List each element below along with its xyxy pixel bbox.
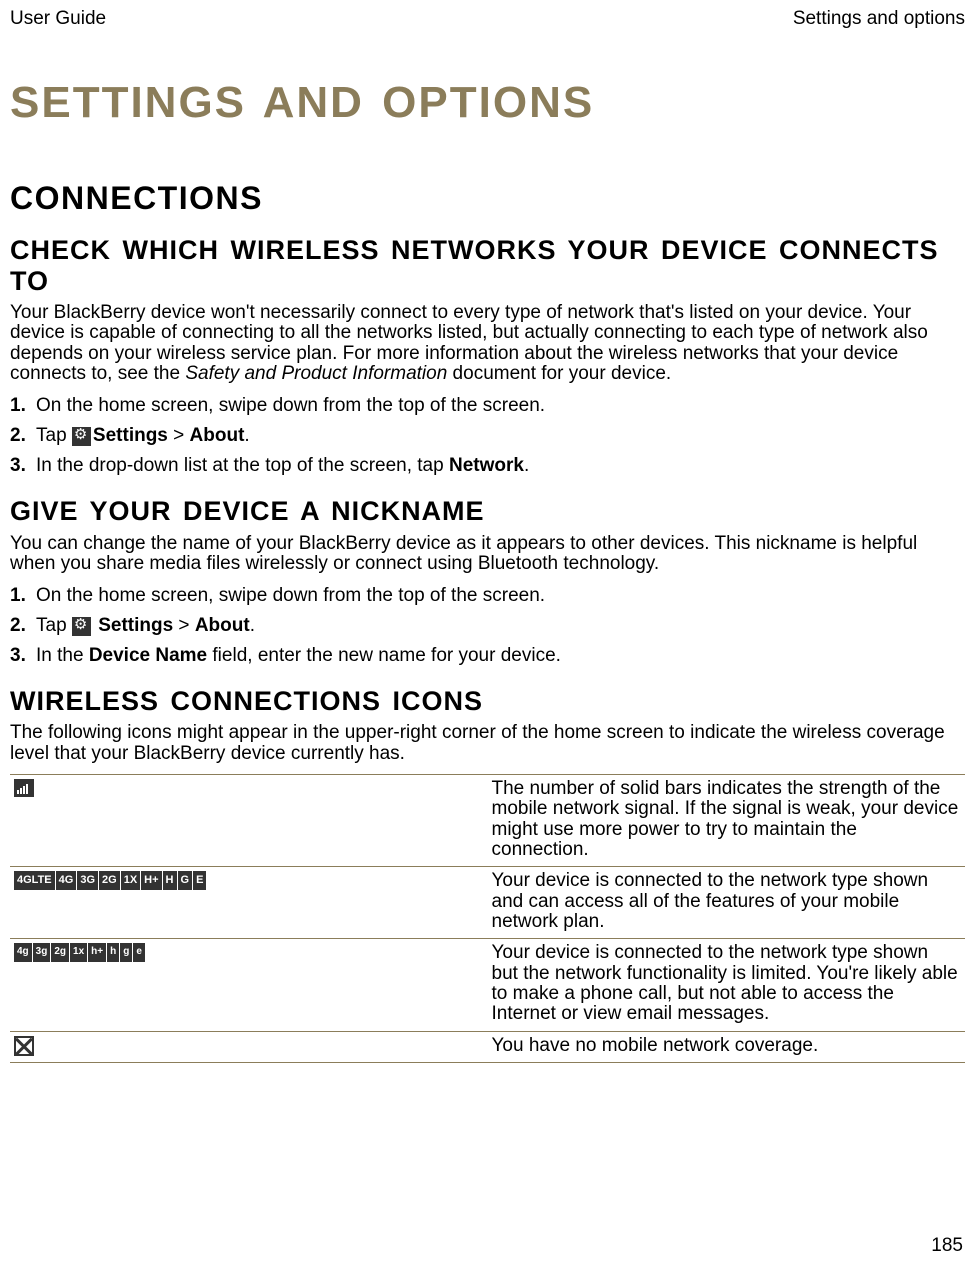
icon-cell	[10, 1031, 488, 1062]
net-h-icon: H	[163, 871, 177, 890]
step-item: Tap Settings > About.	[10, 424, 965, 449]
step-text: In the drop-down list at the top of the …	[36, 455, 449, 476]
net-4g-icon: 4G	[56, 871, 77, 890]
table-row: You have no mobile network coverage.	[10, 1031, 965, 1062]
nickname-intro: You can change the name of your BlackBer…	[10, 534, 965, 575]
check-networks-intro: Your BlackBerry device won't necessarily…	[10, 303, 965, 384]
table-row: 4g 3g 2g 1x h+ h g e Your device is conn…	[10, 939, 965, 1031]
step-text: Tap	[36, 615, 72, 636]
chapter-title: SETTINGS AND OPTIONS	[10, 78, 965, 128]
page-number: 185	[931, 1235, 963, 1257]
description-cell: Your device is connected to the network …	[488, 867, 966, 939]
net-1x-icon: 1X	[121, 871, 140, 890]
settings-label: Settings	[93, 615, 173, 636]
net-hplus-icon: H+	[141, 871, 161, 890]
gear-icon	[72, 617, 91, 636]
intro-text-post: document for your device.	[447, 363, 671, 384]
gt-separator: >	[168, 425, 190, 446]
step-item: Tap Settings > About.	[10, 614, 965, 639]
step-item: In the Device Name field, enter the new …	[10, 644, 965, 669]
net-e-small-icon: e	[133, 943, 145, 962]
header-right-label: Settings and options	[793, 8, 965, 30]
net-2g-small-icon: 2g	[51, 943, 69, 962]
net-4g-small-icon: 4g	[14, 943, 32, 962]
net-4glte-icon: 4GLTE	[14, 871, 55, 890]
net-1x-small-icon: 1x	[70, 943, 87, 962]
net-h-small-icon: h	[107, 943, 119, 962]
step-end: .	[250, 615, 255, 636]
net-2g-icon: 2G	[99, 871, 120, 890]
page-header: User Guide Settings and options	[10, 8, 965, 30]
device-name-label: Device Name	[89, 645, 207, 666]
subsection-title-icons: WIRELESS CONNECTIONS ICONS	[10, 686, 965, 717]
net-g-small-icon: g	[120, 943, 132, 962]
subsection-title-nickname: GIVE YOUR DEVICE A NICKNAME	[10, 496, 965, 527]
step-text: In the	[36, 645, 89, 666]
icons-intro: The following icons might appear in the …	[10, 723, 965, 764]
network-type-icons-limited: 4g 3g 2g 1x h+ h g e	[14, 943, 145, 962]
safety-doc-title: Safety and Product Information	[185, 363, 447, 384]
nickname-steps: On the home screen, swipe down from the …	[10, 584, 965, 668]
icon-cell: 4GLTE 4G 3G 2G 1X H+ H G E	[10, 867, 488, 939]
step-item: On the home screen, swipe down from the …	[10, 584, 965, 609]
step-end: .	[244, 425, 249, 446]
description-cell: Your device is connected to the network …	[488, 939, 966, 1031]
network-type-icons-full: 4GLTE 4G 3G 2G 1X H+ H G E	[14, 871, 206, 890]
step-item: In the drop-down list at the top of the …	[10, 454, 965, 479]
net-3g-small-icon: 3g	[33, 943, 51, 962]
table-row: The number of solid bars indicates the s…	[10, 774, 965, 866]
net-3g-icon: 3G	[77, 871, 98, 890]
network-label: Network	[449, 455, 524, 476]
signal-bars-icon	[14, 779, 34, 797]
subsection-title-check-networks: CHECK WHICH WIRELESS NETWORKS YOUR DEVIC…	[10, 235, 965, 297]
no-coverage-icon	[14, 1036, 34, 1056]
step-end: field, enter the new name for your devic…	[207, 645, 561, 666]
gt-separator: >	[173, 615, 195, 636]
about-label: About	[195, 615, 250, 636]
description-cell: You have no mobile network coverage.	[488, 1031, 966, 1062]
wireless-icons-table: The number of solid bars indicates the s…	[10, 774, 965, 1063]
check-networks-steps: On the home screen, swipe down from the …	[10, 394, 965, 478]
net-hplus-small-icon: h+	[88, 943, 106, 962]
about-label: About	[190, 425, 245, 446]
table-row: 4GLTE 4G 3G 2G 1X H+ H G E Your device i…	[10, 867, 965, 939]
gear-icon	[72, 427, 91, 446]
settings-label: Settings	[93, 425, 168, 446]
description-cell: The number of solid bars indicates the s…	[488, 774, 966, 866]
icon-cell: 4g 3g 2g 1x h+ h g e	[10, 939, 488, 1031]
section-title-connections: CONNECTIONS	[10, 180, 965, 217]
step-end: .	[524, 455, 529, 476]
step-item: On the home screen, swipe down from the …	[10, 394, 965, 419]
step-text: Tap	[36, 425, 72, 446]
icon-cell	[10, 774, 488, 866]
net-e-icon: E	[193, 871, 206, 890]
header-left-label: User Guide	[10, 8, 106, 30]
net-g-icon: G	[178, 871, 193, 890]
